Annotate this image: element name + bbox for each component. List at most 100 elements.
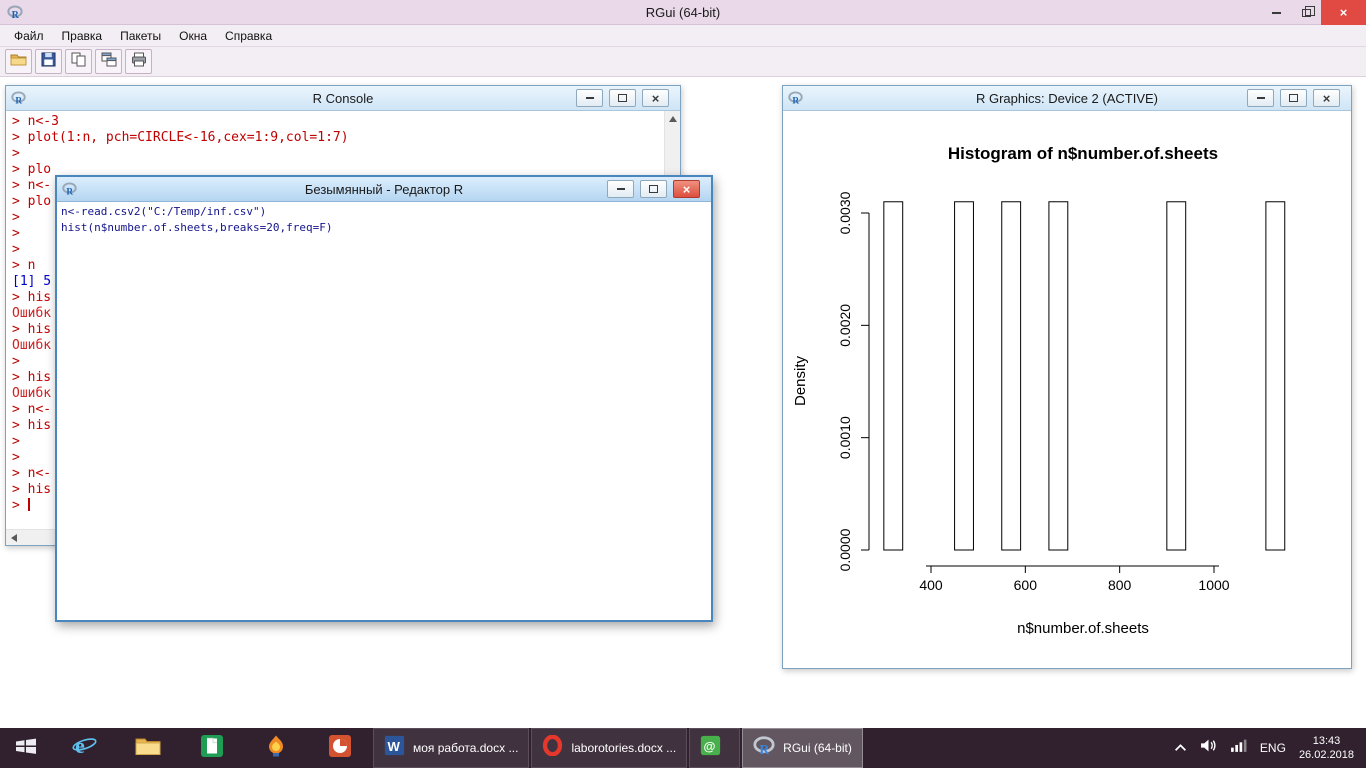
- console-minimize-button[interactable]: [576, 89, 603, 107]
- taskbar-window-label: laborotories.docx ...: [571, 741, 676, 755]
- print-icon: [131, 52, 147, 72]
- window-title: RGui (64-bit): [0, 0, 1366, 25]
- graphics-titlebar[interactable]: R R Graphics: Device 2 (ACTIVE) ×: [783, 86, 1351, 111]
- svg-text:W: W: [388, 739, 401, 754]
- green-document-app-icon: [200, 734, 224, 763]
- svg-text:e: e: [75, 734, 85, 758]
- editor-line: n<-read.csv2("C:/Temp/inf.csv"): [61, 205, 333, 221]
- menu-packages[interactable]: Пакеты: [111, 25, 170, 47]
- svg-text:600: 600: [1014, 577, 1038, 593]
- graphics-close-button[interactable]: ×: [1313, 89, 1340, 107]
- graphics-minimize-button[interactable]: [1247, 89, 1274, 107]
- taskbar-item-file-explorer[interactable]: [125, 728, 171, 768]
- left-arrow-icon: [11, 534, 17, 542]
- console-close-button[interactable]: ×: [642, 89, 669, 107]
- graphics-maximize-button[interactable]: [1280, 89, 1307, 107]
- taskbar-window-mail[interactable]: @: [689, 728, 740, 768]
- svg-text:n$number.of.sheets: n$number.of.sheets: [1017, 620, 1149, 637]
- taskbar-window-opera-doc[interactable]: laborotories.docx ...: [531, 728, 687, 768]
- save-floppy-icon: [41, 52, 56, 72]
- editor-maximize-button[interactable]: [640, 180, 667, 198]
- volume-icon[interactable]: [1200, 738, 1217, 758]
- taskbar-window-word-doc[interactable]: W моя работа.docx ...: [373, 728, 529, 768]
- taskbar-item-presentation-app[interactable]: [317, 728, 363, 768]
- svg-text:400: 400: [919, 577, 943, 593]
- tray-time: 13:43: [1299, 734, 1354, 748]
- svg-text:R: R: [760, 741, 771, 755]
- up-arrow-icon: [669, 116, 677, 122]
- r-logo-icon: R: [11, 91, 26, 110]
- menu-windows[interactable]: Окна: [170, 25, 216, 47]
- svg-text:R: R: [15, 96, 22, 105]
- scroll-left-button[interactable]: [6, 530, 22, 545]
- menubar: Файл Правка Пакеты Окна Справка: [0, 25, 1366, 47]
- flame-app-icon: [264, 734, 288, 763]
- tray-expand-button[interactable]: [1174, 739, 1187, 757]
- toolbar: [0, 47, 1366, 77]
- editor-window: R Безымянный - Редактор R × n<-read.csv2…: [55, 175, 713, 622]
- taskbar-window-label: моя работа.docx ...: [413, 741, 518, 755]
- windows-tile-icon: [101, 52, 117, 72]
- svg-text:Density: Density: [792, 355, 809, 406]
- opera-icon: [542, 735, 563, 761]
- r-logo-icon: R: [788, 91, 803, 110]
- internet-explorer-icon: e: [71, 732, 98, 764]
- r-logo-icon: R: [62, 182, 77, 201]
- svg-text:800: 800: [1108, 577, 1132, 593]
- windows-logo-icon: [14, 736, 38, 761]
- network-icon[interactable]: [1230, 738, 1247, 758]
- svg-text:0.0030: 0.0030: [837, 191, 853, 234]
- svg-text:1000: 1000: [1198, 577, 1229, 593]
- taskbar-item-green-document-app[interactable]: [189, 728, 235, 768]
- open-folder-icon: [10, 52, 27, 71]
- console-maximize-button[interactable]: [609, 89, 636, 107]
- svg-text:0.0020: 0.0020: [837, 304, 853, 347]
- windows-button[interactable]: [95, 49, 122, 74]
- language-indicator[interactable]: ENG: [1260, 741, 1286, 755]
- copy-paste-button[interactable]: [65, 49, 92, 74]
- text-cursor: [28, 498, 30, 511]
- scroll-up-button[interactable]: [665, 111, 680, 127]
- console-line: >: [12, 146, 662, 162]
- taskbar-item-flame-app[interactable]: [253, 728, 299, 768]
- tray-date: 26.02.2018: [1299, 748, 1354, 762]
- close-button[interactable]: ×: [1321, 0, 1366, 25]
- taskbar: e W моя работа.docx ... laborotories.doc…: [0, 728, 1366, 768]
- folder-icon: [135, 735, 161, 761]
- taskbar-window-label: RGui (64-bit): [783, 741, 852, 755]
- minimize-button[interactable]: [1261, 0, 1291, 25]
- editor-area[interactable]: n<-read.csv2("C:/Temp/inf.csv")hist(n$nu…: [57, 202, 711, 620]
- graphics-window: R R Graphics: Device 2 (ACTIVE) × Histog…: [782, 85, 1352, 669]
- menu-help[interactable]: Справка: [216, 25, 281, 47]
- editor-line: hist(n$number.of.sheets,breaks=20,freq=F…: [61, 221, 333, 237]
- r-logo-icon: R: [753, 736, 775, 761]
- taskbar-item-internet-explorer[interactable]: e: [61, 728, 107, 768]
- console-line: > plot(1:n, pch=CIRCLE<-16,cex=1:9,col=1…: [12, 130, 662, 146]
- word-icon: W: [384, 735, 405, 761]
- menu-edit[interactable]: Правка: [53, 25, 112, 47]
- svg-text:@: @: [704, 739, 716, 753]
- clock[interactable]: 13:43 26.02.2018: [1299, 734, 1354, 762]
- menu-file[interactable]: Файл: [5, 25, 53, 47]
- print-button[interactable]: [125, 49, 152, 74]
- console-line: > n<-3: [12, 114, 662, 130]
- histogram-canvas: Histogram of n$number.of.sheets 400 600 800…: [783, 111, 1351, 668]
- start-button[interactable]: [0, 728, 52, 768]
- presentation-app-icon: [328, 734, 352, 763]
- console-titlebar[interactable]: R R Console ×: [6, 86, 680, 111]
- editor-minimize-button[interactable]: [607, 180, 634, 198]
- main-titlebar[interactable]: R RGui (64-bit) ×: [0, 0, 1366, 25]
- editor-titlebar[interactable]: R Безымянный - Редактор R ×: [57, 177, 711, 202]
- svg-text:0.0000: 0.0000: [837, 528, 853, 571]
- svg-text:0.0010: 0.0010: [837, 416, 853, 459]
- restore-button[interactable]: [1291, 0, 1321, 25]
- svg-text:Histogram of n$number.of.sheet: Histogram of n$number.of.sheets: [948, 144, 1218, 163]
- save-button[interactable]: [35, 49, 62, 74]
- open-script-button[interactable]: [5, 49, 32, 74]
- system-tray: ENG 13:43 26.02.2018: [1174, 728, 1366, 768]
- svg-text:R: R: [792, 96, 799, 105]
- taskbar-window-rgui[interactable]: R RGui (64-bit): [742, 728, 863, 768]
- editor-close-button[interactable]: ×: [673, 180, 700, 198]
- copy-paste-icon: [71, 52, 87, 72]
- svg-text:R: R: [66, 187, 73, 196]
